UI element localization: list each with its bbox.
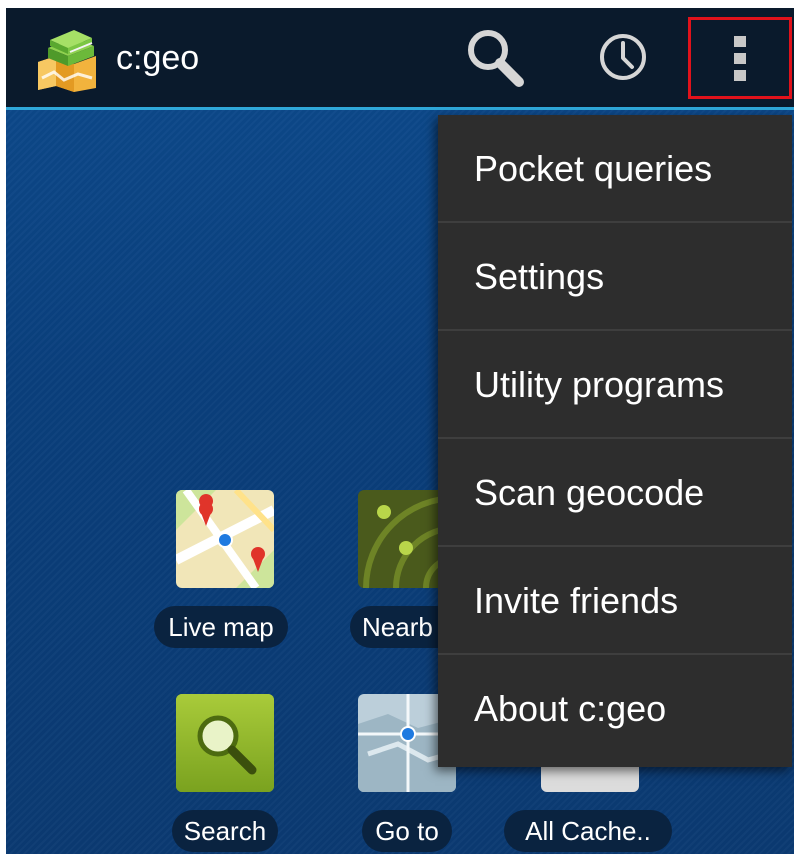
- search-button[interactable]: [450, 20, 540, 98]
- menu-item-label: Settings: [474, 256, 605, 297]
- app-screen: c:geo Live map Nearb Search Go to All Ca…: [6, 8, 794, 854]
- overflow-menu-button[interactable]: [688, 17, 792, 99]
- more-vert-icon: [734, 33, 746, 84]
- c-geo-map-logo-icon[interactable]: [34, 26, 100, 92]
- menu-item-settings[interactable]: Settings: [438, 223, 792, 331]
- go-to-label[interactable]: Go to: [362, 810, 452, 852]
- menu-item-label: Invite friends: [474, 580, 679, 621]
- menu-item-utility-programs[interactable]: Utility programs: [438, 331, 792, 439]
- menu-item-pocket-queries[interactable]: Pocket queries: [438, 115, 792, 223]
- menu-item-label: About c:geo: [474, 688, 667, 729]
- all-caches-label[interactable]: All Cache..: [504, 810, 672, 852]
- search-magnifier-icon[interactable]: [176, 694, 274, 792]
- menu-item-invite-friends[interactable]: Invite friends: [438, 547, 792, 655]
- search-label[interactable]: Search: [172, 810, 278, 852]
- screenshot-frame: c:geo Live map Nearb Search Go to All Ca…: [0, 0, 798, 860]
- overflow-menu: Pocket queries Settings Utility programs…: [438, 115, 792, 767]
- menu-item-label: Pocket queries: [474, 148, 713, 189]
- action-bar: c:geo: [6, 8, 794, 110]
- menu-item-about[interactable]: About c:geo: [438, 655, 792, 767]
- live-map-label[interactable]: Live map: [154, 606, 288, 648]
- live-map-icon[interactable]: [176, 490, 274, 588]
- history-button[interactable]: [578, 20, 668, 98]
- clock-icon: [597, 31, 649, 88]
- menu-item-label: Scan geocode: [474, 472, 705, 513]
- nearby-label[interactable]: Nearb: [350, 606, 440, 648]
- search-icon: [463, 25, 527, 94]
- menu-item-label: Utility programs: [474, 364, 725, 405]
- menu-item-scan-geocode[interactable]: Scan geocode: [438, 439, 792, 547]
- app-title: c:geo: [116, 39, 200, 77]
